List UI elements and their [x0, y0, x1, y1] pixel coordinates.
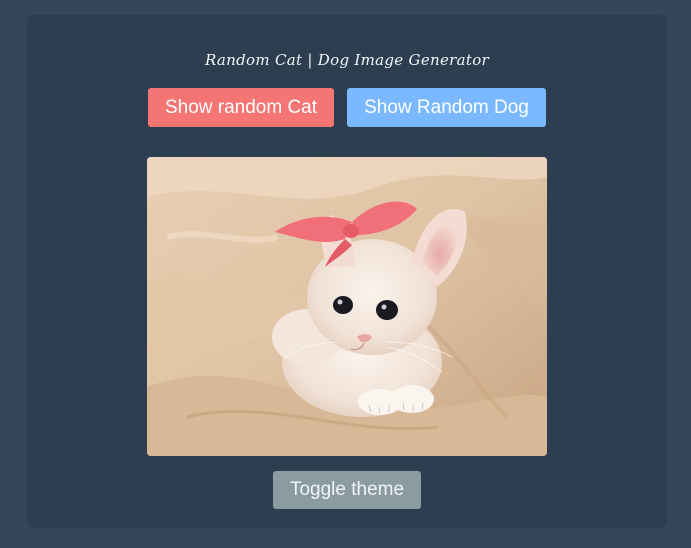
kitten-photo-illustration [147, 157, 547, 456]
toggle-theme-button[interactable]: Toggle theme [273, 471, 421, 509]
show-random-cat-button[interactable]: Show random Cat [148, 88, 334, 127]
random-pet-image [147, 157, 547, 456]
show-random-dog-button[interactable]: Show Random Dog [347, 88, 546, 127]
generator-card: Random Cat | Dog Image Generator Show ra… [27, 15, 667, 528]
page-title: Random Cat | Dog Image Generator [204, 51, 489, 69]
